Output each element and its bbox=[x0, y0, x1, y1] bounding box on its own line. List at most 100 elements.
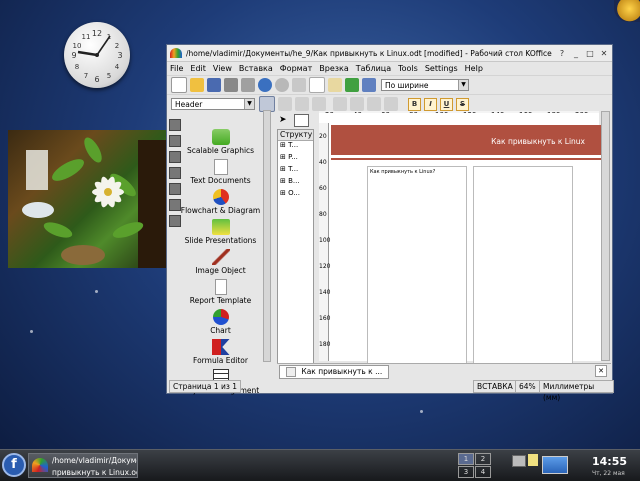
cut-icon[interactable] bbox=[292, 78, 306, 92]
sidebar-tool-icon[interactable] bbox=[169, 199, 181, 211]
doctype-chart[interactable]: Chart bbox=[169, 309, 272, 339]
menu-format[interactable]: Формат bbox=[280, 64, 312, 73]
window-titlebar[interactable]: /home/vladimir/Документы/he_9/Как привык… bbox=[167, 45, 612, 62]
doctype-report-template[interactable]: Report Template bbox=[169, 279, 272, 309]
decrease-indent-icon[interactable] bbox=[367, 97, 381, 111]
menu-insert[interactable]: Вставка bbox=[239, 64, 273, 73]
menu-edit[interactable]: Edit bbox=[190, 64, 206, 73]
ruler-tick: 40 bbox=[319, 159, 327, 166]
taskbar-item-koffice[interactable]: /home/vladimir/Докумен привыкнуть к Linu… bbox=[28, 453, 138, 478]
desktop-pager-3[interactable]: 3 bbox=[458, 466, 474, 478]
help-icon[interactable]: ? bbox=[556, 47, 568, 59]
doctype-label: Image Object bbox=[195, 266, 246, 275]
kde-corner-icon[interactable] bbox=[614, 0, 640, 22]
structure-item[interactable]: ⊞ P... bbox=[278, 153, 313, 165]
text-column[interactable]: Как привыкнуть к Linux? bbox=[367, 166, 467, 366]
sidebar-tool-icon[interactable] bbox=[169, 167, 181, 179]
clock-time[interactable]: 14:55 bbox=[592, 455, 627, 468]
flowchart-icon bbox=[212, 189, 229, 205]
menu-frame[interactable]: Врезка bbox=[319, 64, 348, 73]
zoom-combo[interactable]: По ширине ▼ bbox=[381, 79, 469, 91]
align-justify-icon[interactable] bbox=[312, 97, 326, 111]
ruler-tick: 180 bbox=[319, 341, 331, 348]
computer-icon[interactable] bbox=[542, 456, 568, 474]
undo-icon[interactable] bbox=[258, 78, 272, 92]
text-column[interactable] bbox=[473, 166, 573, 366]
klipper-icon[interactable] bbox=[512, 455, 526, 467]
desktop-pager-2[interactable]: 2 bbox=[475, 453, 491, 465]
notes-icon[interactable] bbox=[528, 454, 538, 466]
new-document-icon[interactable] bbox=[171, 77, 187, 93]
document-page[interactable]: Как привыкнуть к Linux Как привыкнуть к … bbox=[331, 125, 601, 366]
paste-icon[interactable] bbox=[328, 78, 342, 92]
document-scrollbar[interactable] bbox=[601, 111, 610, 361]
find-icon[interactable] bbox=[362, 78, 376, 92]
doctype-slide-presentations[interactable]: Slide Presentations bbox=[169, 219, 272, 249]
copy-icon[interactable] bbox=[309, 77, 325, 93]
doctype-text-documents[interactable]: Text Documents bbox=[169, 159, 272, 189]
increase-indent-icon[interactable] bbox=[384, 97, 398, 111]
document-tab-icon bbox=[286, 367, 296, 377]
print-preview-icon[interactable] bbox=[241, 78, 255, 92]
structure-item[interactable]: ⊞ O... bbox=[278, 189, 313, 201]
doctype-formula-editor[interactable]: Formula Editor bbox=[169, 339, 272, 369]
menu-file[interactable]: File bbox=[170, 64, 183, 73]
pointer-tool-icon[interactable]: ➤ bbox=[279, 115, 287, 125]
line-spacing-icon[interactable] bbox=[333, 97, 347, 111]
align-right-icon[interactable] bbox=[295, 97, 309, 111]
status-mode: ВСТАВКА bbox=[473, 380, 517, 393]
doctype-flowchart[interactable]: Flowchart & Diagram bbox=[169, 189, 272, 219]
clock-number: 10 bbox=[73, 42, 82, 50]
redo-icon[interactable] bbox=[275, 78, 289, 92]
sidebar-tool-icon[interactable] bbox=[169, 215, 181, 227]
menu-settings[interactable]: Settings bbox=[425, 64, 458, 73]
open-folder-icon[interactable] bbox=[190, 78, 204, 92]
align-center-icon[interactable] bbox=[278, 97, 292, 111]
structure-item[interactable]: ⊞ B... bbox=[278, 177, 313, 189]
clock-hour-hand bbox=[77, 50, 98, 57]
print-icon[interactable] bbox=[224, 78, 238, 92]
chevron-down-icon[interactable]: ▼ bbox=[244, 99, 254, 109]
doctype-label: Chart bbox=[210, 326, 231, 335]
sidebar-tool-icon[interactable] bbox=[169, 119, 181, 131]
sidebar-tool-icon[interactable] bbox=[169, 183, 181, 195]
clock-number: 2 bbox=[115, 42, 119, 50]
save-icon[interactable] bbox=[207, 78, 221, 92]
report-template-icon bbox=[214, 279, 227, 295]
bold-button[interactable]: B bbox=[408, 97, 421, 111]
menu-view[interactable]: View bbox=[213, 64, 232, 73]
strikeout-button[interactable]: S bbox=[456, 97, 469, 111]
desktop-pager-4[interactable]: 4 bbox=[475, 466, 491, 478]
chevron-down-icon[interactable]: ▼ bbox=[458, 80, 468, 90]
clock-number: 11 bbox=[82, 33, 91, 41]
menu-tools[interactable]: Tools bbox=[398, 64, 418, 73]
spellcheck-icon[interactable] bbox=[345, 78, 359, 92]
structure-item[interactable]: ⊞ T... bbox=[278, 141, 313, 153]
doctype-scalable-graphics[interactable]: Scalable Graphics bbox=[169, 129, 272, 159]
maximize-icon[interactable]: □ bbox=[584, 47, 596, 59]
close-icon[interactable]: ✕ bbox=[598, 47, 610, 59]
photo-frame-widget[interactable] bbox=[8, 130, 166, 268]
minimize-icon[interactable]: _ bbox=[570, 47, 582, 59]
structure-item[interactable]: ⊞ T... bbox=[278, 165, 313, 177]
koffice-window[interactable]: /home/vladimir/Документы/he_9/Как привык… bbox=[166, 44, 614, 402]
menu-table[interactable]: Таблица bbox=[356, 64, 391, 73]
status-zoom[interactable]: 64% bbox=[515, 380, 540, 393]
list-icon[interactable] bbox=[350, 97, 364, 111]
italic-button[interactable]: I bbox=[424, 97, 437, 111]
menu-help[interactable]: Help bbox=[465, 64, 483, 73]
window-app-icon[interactable] bbox=[170, 48, 182, 58]
paragraph-style-combo[interactable]: Header ▼ bbox=[171, 98, 255, 110]
desktop-pager-1[interactable]: 1 bbox=[458, 453, 474, 465]
sidebar-tool-icon[interactable] bbox=[169, 151, 181, 163]
analog-clock[interactable]: 12 3 6 9 11 1 2 4 5 7 8 10 bbox=[64, 22, 130, 88]
vertical-ruler[interactable]: 20 40 60 80 100 120 140 160 180 bbox=[319, 123, 331, 361]
document-tab[interactable]: Как привыкнуть к ... bbox=[279, 365, 390, 379]
doc-types-scrollbar[interactable] bbox=[263, 110, 271, 362]
sidebar-tool-icon[interactable] bbox=[169, 135, 181, 147]
frame-tool-icon[interactable] bbox=[294, 114, 309, 127]
underline-button[interactable]: U bbox=[440, 97, 453, 111]
close-tab-icon[interactable]: ✕ bbox=[595, 365, 607, 377]
doctype-image-object[interactable]: Image Object bbox=[169, 249, 272, 279]
fedora-menu-icon[interactable]: f bbox=[2, 453, 26, 477]
